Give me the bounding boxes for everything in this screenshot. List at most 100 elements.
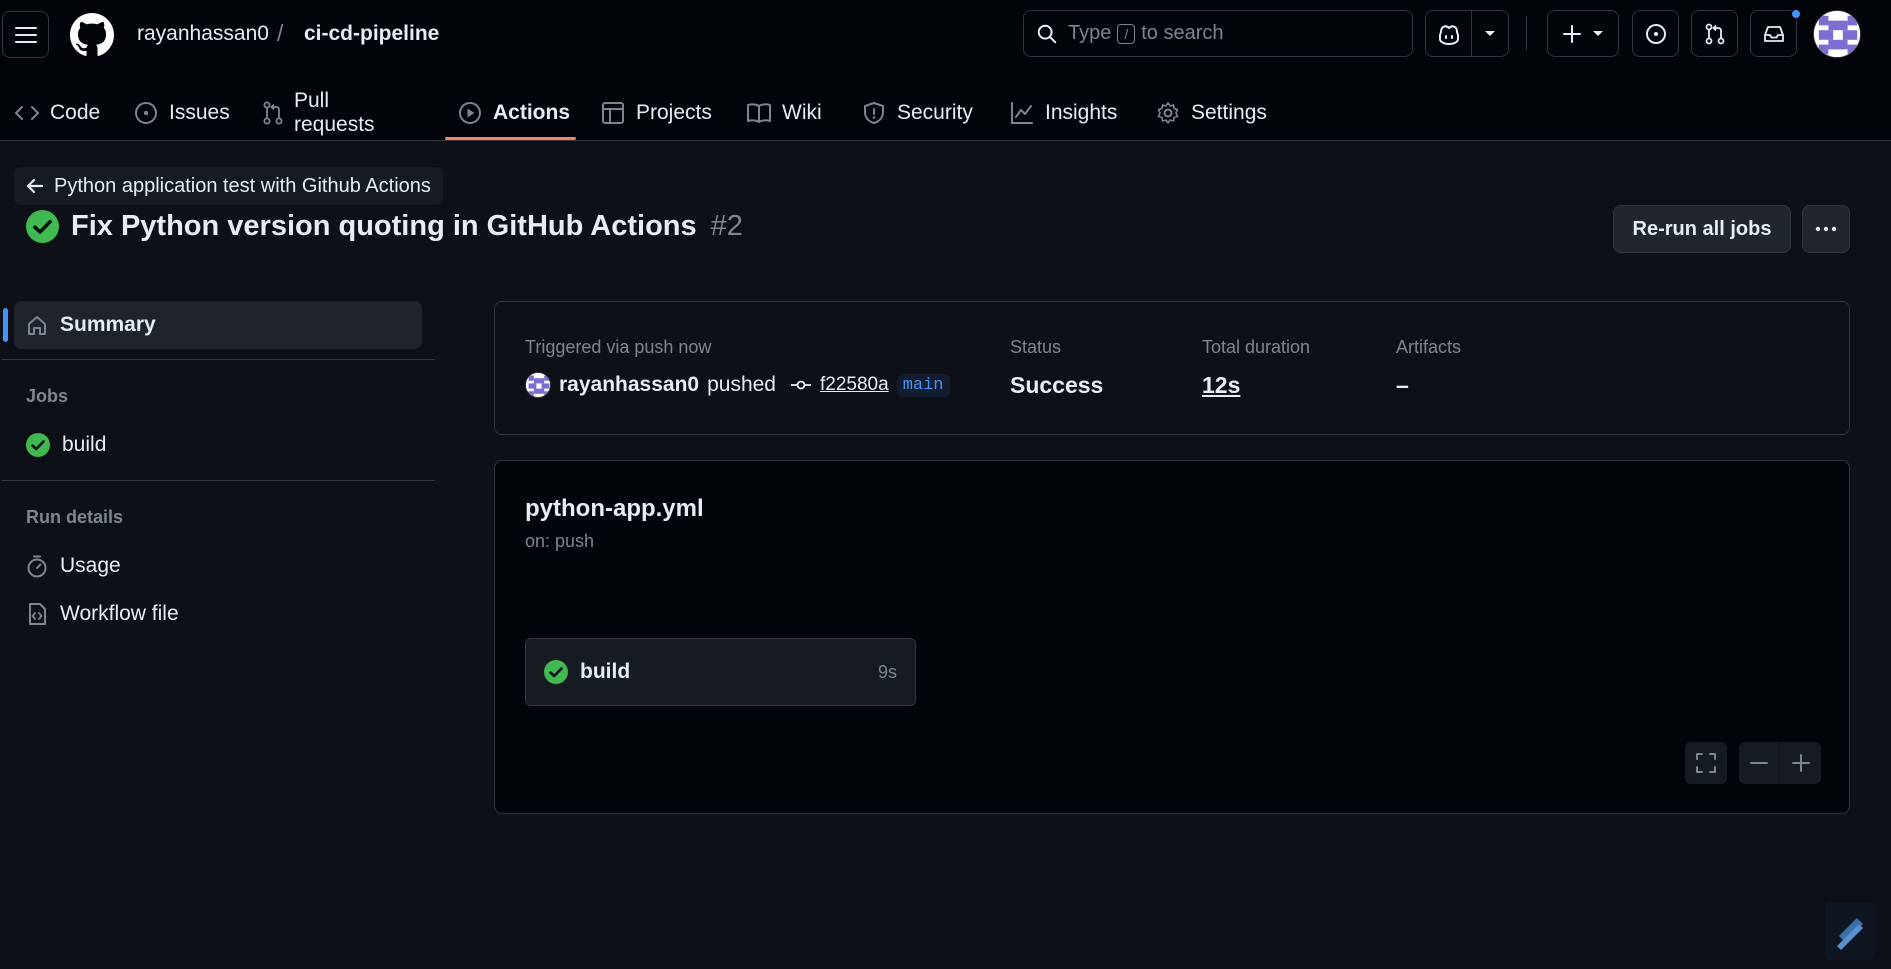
check-circle-fill-icon	[544, 660, 568, 684]
duration-label: Total duration	[1202, 337, 1311, 357]
run-title-text: Fix Python version quoting in GitHub Act…	[71, 210, 697, 242]
issue-opened-icon	[1645, 23, 1666, 44]
artifacts-value: –	[1396, 372, 1409, 398]
trigger-details: rayanhassan0 pushed f22580a main	[525, 372, 950, 398]
identicon-icon	[1814, 11, 1860, 57]
tab-issues[interactable]: Issues	[133, 85, 230, 141]
arrow-left-icon	[26, 178, 44, 194]
tab-label: Pull requests	[294, 89, 375, 136]
search-icon	[1037, 24, 1057, 43]
menu-button[interactable]	[2, 11, 49, 58]
sidebar-heading-run-details: Run details	[26, 507, 124, 527]
sidebar-heading-jobs: Jobs	[26, 386, 69, 406]
gear-icon	[1155, 100, 1181, 126]
branch-label[interactable]: main	[896, 373, 950, 397]
table-icon	[600, 100, 626, 126]
rerun-all-jobs-button[interactable]: Re-run all jobs	[1613, 205, 1791, 253]
graph-icon	[1009, 100, 1035, 126]
sidebar-item-job-build[interactable]: build	[14, 421, 422, 469]
tab-security[interactable]: Security	[861, 85, 973, 141]
screen-full-icon	[1696, 753, 1716, 773]
breadcrumb-separator: /	[277, 20, 284, 46]
tab-label: Settings	[1191, 101, 1267, 124]
home-icon	[28, 316, 46, 335]
sidebar-item-workflow-file[interactable]: Workflow file	[14, 590, 422, 638]
unread-notification-dot	[1790, 8, 1802, 20]
sidebar-active-indicator	[3, 308, 8, 342]
hamburger-icon	[14, 26, 37, 43]
github-logo-icon[interactable]	[70, 13, 114, 57]
tab-label: Code	[50, 101, 101, 124]
tab-actions[interactable]: Actions	[457, 85, 570, 141]
tab-label: Insights	[1045, 101, 1118, 124]
sidebar-item-label: Usage	[60, 554, 121, 577]
zoom-out-button[interactable]	[1739, 742, 1780, 784]
zoom-in-button[interactable]	[1780, 742, 1821, 784]
job-duration: 9s	[877, 661, 897, 682]
sidebar-divider	[2, 359, 435, 360]
tab-label: Projects	[636, 101, 712, 124]
create-new-button[interactable]	[1547, 10, 1619, 57]
plus-icon	[1791, 754, 1810, 772]
shield-icon	[861, 100, 887, 126]
workflow-trigger: on: push	[525, 531, 595, 551]
tab-label: Actions	[493, 101, 571, 124]
file-code-icon	[29, 603, 46, 625]
issue-opened-icon	[133, 100, 159, 126]
search-placeholder-prefix: Type	[1068, 22, 1112, 44]
status-label: Status	[1010, 337, 1062, 357]
copilot-dropdown-button[interactable]	[1472, 11, 1508, 56]
user-avatar[interactable]	[1813, 10, 1861, 58]
git-commit-icon	[791, 380, 811, 390]
actor-link[interactable]: rayanhassan0	[559, 373, 699, 397]
commit-sha-link[interactable]: f22580a	[820, 374, 889, 396]
run-summary-card: Triggered via push now rayanhassan0 push…	[494, 301, 1850, 435]
sidebar-item-summary[interactable]: Summary	[14, 301, 422, 349]
tab-label: Security	[897, 101, 973, 124]
artifacts-label: Artifacts	[1396, 337, 1462, 357]
run-title: Fix Python version quoting in GitHub Act…	[26, 210, 743, 243]
global-header: rayanhassan0 / ci-cd-pipeline Type / to …	[0, 0, 1891, 141]
zoom-controls	[1739, 742, 1821, 784]
job-node-build[interactable]: build 9s	[525, 638, 916, 706]
run-number: #2	[710, 210, 743, 242]
breadcrumb-repo-link[interactable]: ci-cd-pipeline	[304, 22, 439, 46]
back-to-workflow-link[interactable]: Python application test with Github Acti…	[14, 167, 443, 205]
git-pull-request-icon	[262, 100, 284, 126]
duration-value-link[interactable]: 12s	[1202, 372, 1240, 399]
breadcrumb-owner-link[interactable]: rayanhassan0	[137, 22, 269, 46]
actor-avatar[interactable]	[525, 372, 551, 398]
play-icon	[457, 100, 483, 126]
trigger-label: Triggered via push now	[525, 337, 712, 357]
search-placeholder-suffix: to search	[1141, 22, 1224, 44]
dash-icon	[1750, 762, 1768, 764]
sidebar-divider	[2, 480, 435, 481]
status-value: Success	[1010, 372, 1104, 398]
sidebar-item-usage[interactable]: Usage	[14, 542, 422, 590]
job-name: build	[580, 660, 631, 683]
run-more-options-button[interactable]	[1802, 205, 1850, 253]
your-pull-requests-button[interactable]	[1691, 10, 1738, 57]
back-link-label: Python application test with Github Acti…	[54, 174, 431, 197]
search-input[interactable]: Type / to search	[1023, 10, 1413, 57]
tab-settings[interactable]: Settings	[1155, 85, 1267, 141]
active-tab-indicator	[445, 137, 576, 140]
plus-icon	[1563, 24, 1581, 43]
tab-insights[interactable]: Insights	[1009, 85, 1117, 141]
tab-projects[interactable]: Projects	[600, 85, 712, 141]
tab-pull-requests[interactable]: Pull requests	[262, 85, 379, 141]
stopwatch-icon	[27, 555, 47, 578]
sidebar-item-label: Summary	[60, 313, 156, 336]
git-pull-request-icon	[1705, 23, 1724, 44]
tab-label: Wiki	[782, 101, 822, 124]
extension-logo-icon[interactable]	[1825, 902, 1875, 960]
inbox-icon	[1763, 25, 1784, 42]
book-icon	[746, 100, 772, 126]
triangle-down-icon	[1485, 30, 1495, 36]
tab-code[interactable]: Code	[14, 85, 100, 141]
tab-wiki[interactable]: Wiki	[746, 85, 822, 141]
trigger-action: pushed	[707, 373, 776, 396]
fullscreen-button[interactable]	[1685, 742, 1727, 784]
copilot-button[interactable]	[1426, 11, 1472, 56]
your-issues-button[interactable]	[1632, 10, 1679, 57]
